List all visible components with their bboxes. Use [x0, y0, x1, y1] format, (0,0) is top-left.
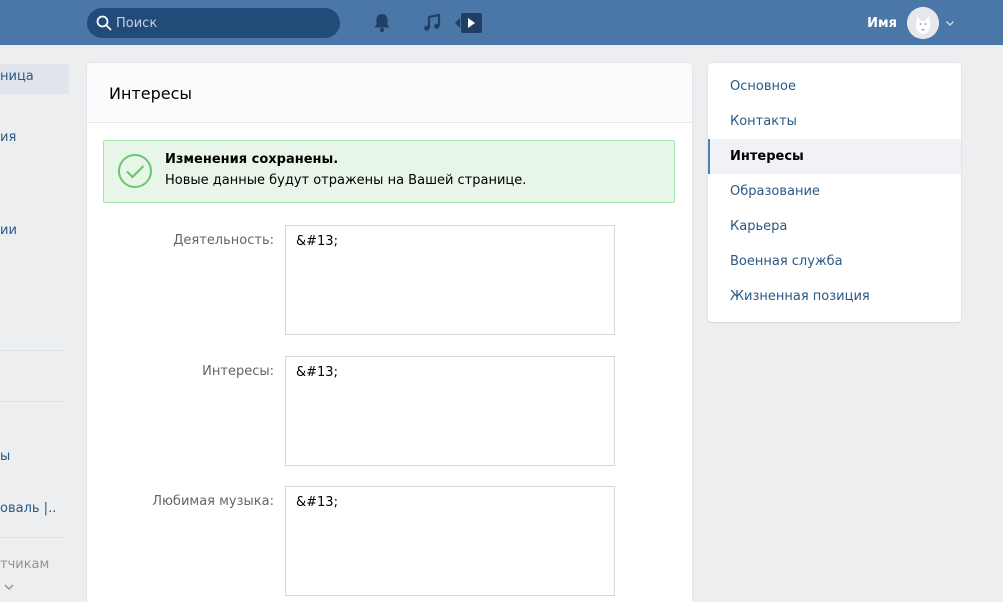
menu-item-interests[interactable]: Интересы	[708, 139, 961, 174]
dog-avatar-icon	[907, 7, 939, 39]
search-bar[interactable]	[87, 8, 340, 38]
sidebar-item-groups[interactable]: ы	[0, 449, 10, 464]
checkmark-icon	[118, 154, 152, 188]
sidebar-item-news[interactable]: ия	[0, 130, 16, 145]
sidebar-divider	[0, 350, 66, 351]
sidebar-item-communities[interactable]: ии	[0, 223, 17, 238]
activity-textarea[interactable]	[285, 225, 615, 335]
search-input[interactable]	[116, 15, 326, 31]
user-name: Имя	[867, 15, 897, 31]
interests-textarea[interactable]	[285, 356, 615, 466]
menu-item-life-position[interactable]: Жизненная позиция	[708, 279, 961, 314]
chevron-down-icon[interactable]	[945, 18, 955, 28]
menu-item-contacts[interactable]: Контакты	[708, 104, 961, 139]
bell-icon[interactable]	[370, 11, 394, 35]
video-icon[interactable]	[453, 11, 483, 35]
top-header: Имя	[0, 0, 1003, 45]
page-title: Интересы	[87, 63, 692, 123]
interests-card: Интересы Изменения сохранены. Новые данн…	[87, 63, 692, 602]
field-label: Любимая музыка:	[152, 494, 274, 509]
favorite-music-textarea[interactable]	[285, 486, 615, 596]
sidebar-item-developers[interactable]: тчикам	[0, 557, 49, 572]
field-label: Деятельность:	[173, 233, 274, 248]
success-message: Изменения сохранены. Новые данные будут …	[103, 140, 675, 203]
avatar[interactable]	[907, 7, 939, 39]
field-label: Интересы:	[202, 364, 274, 379]
menu-item-military[interactable]: Военная служба	[708, 244, 961, 279]
sidebar-divider	[0, 537, 66, 538]
settings-menu: Основное Контакты Интересы Образование К…	[708, 63, 961, 322]
success-text: Новые данные будут отражены на Вашей стр…	[165, 173, 527, 188]
success-title: Изменения сохранены.	[165, 152, 339, 167]
menu-item-education[interactable]: Образование	[708, 174, 961, 209]
sidebar-item-page[interactable]: ница	[0, 69, 34, 84]
search-icon	[96, 15, 112, 31]
sidebar-item-channel[interactable]: оваль |..	[0, 501, 56, 516]
chevron-down-icon[interactable]	[4, 583, 14, 591]
user-menu[interactable]: Имя	[867, 7, 955, 39]
left-sidebar: ница ия ии ы оваль |.. тчикам	[0, 45, 78, 602]
menu-item-career[interactable]: Карьера	[708, 209, 961, 244]
music-icon[interactable]	[420, 11, 444, 35]
menu-item-basic[interactable]: Основное	[708, 69, 961, 104]
sidebar-divider	[0, 401, 66, 402]
